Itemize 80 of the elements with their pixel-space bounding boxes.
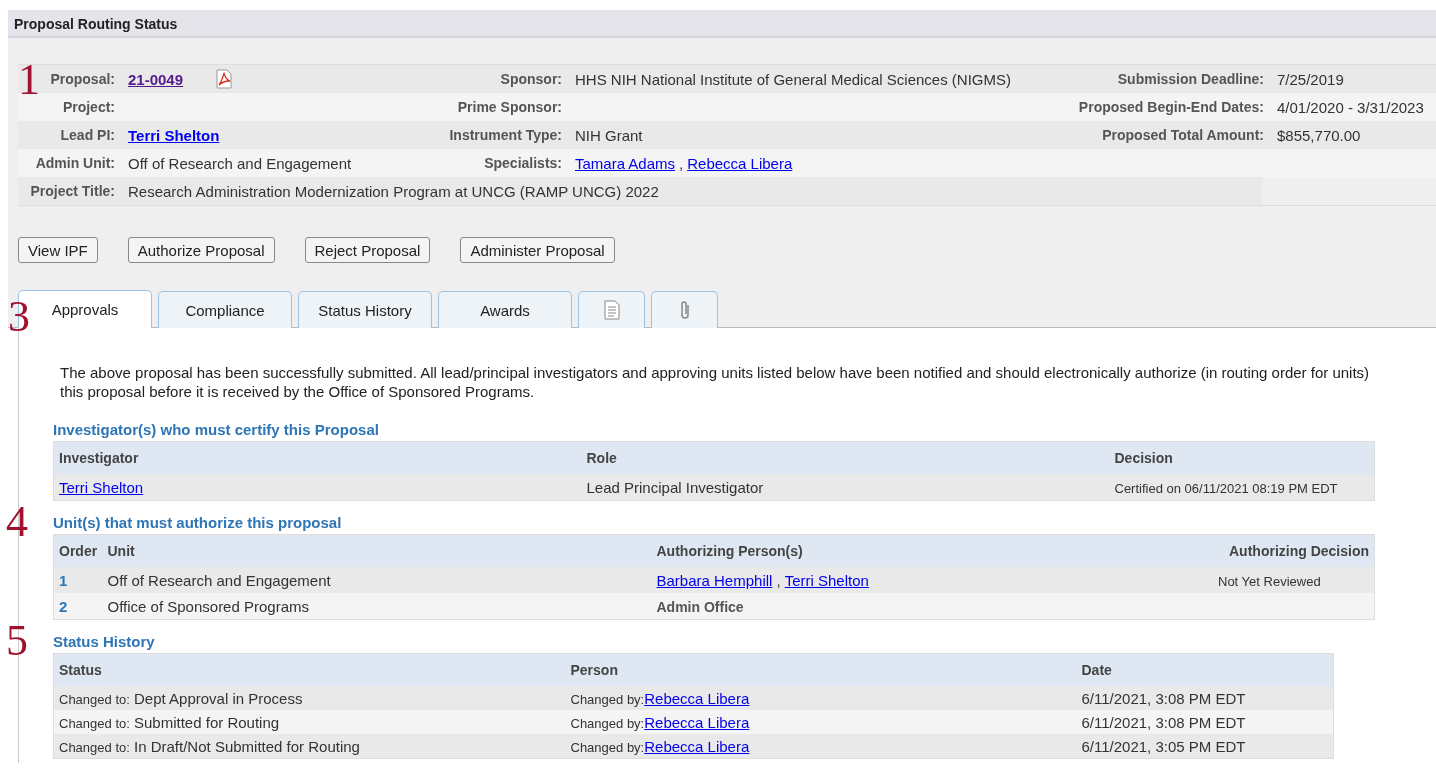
- callout-number: 4: [6, 500, 28, 544]
- intro-text: The above proposal has been successfully submitted. All lead/principal investigators and approving units listed below have been notified and should electronically authorize (in routing order for units) this proposal before it is received by the Office of Sponsored Programs.: [60, 363, 1371, 401]
- field-value: HHS NIH National Institute of General Medical Sciences (NIGMS): [575, 70, 1011, 88]
- field-value: ,: [679, 154, 684, 172]
- callout-number: 1: [18, 58, 40, 102]
- section-heading: Unit(s) that must authorize this proposal: [53, 514, 343, 531]
- field-label: Submission Deadline:: [1117, 71, 1264, 87]
- field-label: Sponsor:: [500, 71, 562, 87]
- table-cell-text: Not Yet Reviewed: [1218, 573, 1322, 589]
- column-header: Investigator: [59, 450, 139, 466]
- field-label: Proposed Begin-End Dates:: [1078, 99, 1264, 115]
- document-icon: [603, 300, 620, 320]
- field-label: Changed to:: [59, 739, 130, 755]
- field-value: $855,770.00: [1277, 126, 1361, 144]
- table-cell: 6/11/2021, 3:05 PM EDT: [1081, 737, 1246, 755]
- field-label: Changed by:: [570, 715, 645, 731]
- action-button[interactable]: Reject Proposal: [304, 237, 431, 263]
- field-label: Changed to:: [59, 715, 130, 731]
- attachment-tab[interactable]: [651, 291, 718, 328]
- column-header: Authorizing Person(s): [656, 543, 803, 559]
- field-value: 7/25/2019: [1277, 70, 1344, 88]
- person-link[interactable]: Rebecca Libera: [687, 154, 793, 172]
- person-link[interactable]: Barbara Hemphill: [656, 571, 773, 589]
- table-cell: 6/11/2021, 3:08 PM EDT: [1081, 689, 1246, 707]
- table-cell: Lead Principal Investigator: [586, 478, 764, 496]
- column-header: Date: [1081, 662, 1112, 678]
- column-header: Order: [59, 543, 98, 559]
- person-link[interactable]: Rebecca Libera: [644, 713, 750, 731]
- person-link[interactable]: Terri Shelton: [59, 478, 144, 496]
- action-button[interactable]: View IPF: [18, 237, 98, 263]
- tab[interactable]: Status History: [298, 291, 432, 328]
- field-label: Project:: [62, 99, 115, 115]
- tab[interactable]: Awards: [438, 291, 572, 328]
- field-label: Instrument Type:: [449, 127, 562, 143]
- column-header: Person: [570, 662, 618, 678]
- field-label: Lead PI:: [60, 127, 115, 143]
- person-link[interactable]: Rebecca Libera: [644, 689, 750, 707]
- field-label: Specialists:: [484, 155, 562, 171]
- person-link[interactable]: Terri Shelton: [128, 126, 220, 144]
- person-link[interactable]: Rebecca Libera: [644, 737, 750, 755]
- field-value: NIH Grant: [575, 126, 643, 144]
- table-cell: Office of Sponsored Programs: [107, 597, 309, 615]
- office-label: Admin Office: [656, 598, 744, 615]
- page-title: Proposal Routing Status: [13, 15, 179, 32]
- table-cell: Certified on 06/11/2021 08:19 PM EDT: [1114, 480, 1338, 496]
- field-label: Prime Sponsor:: [457, 99, 562, 115]
- column-header: Decision: [1114, 450, 1173, 466]
- table-cell: In Draft/Not Submitted for Routing: [134, 737, 360, 755]
- field-label: Changed by:: [570, 691, 645, 707]
- tab[interactable]: Compliance: [158, 291, 292, 328]
- field-label: Admin Unit:: [35, 155, 115, 171]
- column-header: Role: [586, 450, 617, 466]
- section-heading: Status History: [53, 633, 156, 650]
- column-header: Status: [59, 662, 102, 678]
- document-tab[interactable]: [578, 291, 645, 328]
- field-value: 4/01/2020 - 3/31/2023: [1277, 98, 1424, 116]
- callout-number: 5: [6, 619, 28, 663]
- person-link[interactable]: Terri Shelton: [784, 571, 869, 589]
- field-label: Changed to:: [59, 691, 130, 707]
- table-cell: Dept Approval in Process: [134, 689, 303, 707]
- table-cell: Off of Research and Engagement: [107, 571, 331, 589]
- field-label: Proposed Total Amount:: [1102, 127, 1264, 143]
- table-cell: 1: [59, 571, 68, 589]
- table-cell: 2: [59, 597, 68, 615]
- field-value: Research Administration Modernization Program at UNCG (RAMP UNCG) 2022: [128, 182, 659, 200]
- action-button[interactable]: Administer Proposal: [460, 237, 615, 263]
- column-header: Unit: [107, 543, 135, 559]
- table-cell: Submitted for Routing: [134, 713, 280, 731]
- section-heading: Investigator(s) who must certify this Proposal: [53, 421, 380, 438]
- pdf-icon[interactable]: [215, 69, 234, 89]
- field-label: Proposal:: [50, 71, 115, 87]
- proposal-link[interactable]: 21-0049: [128, 70, 184, 88]
- field-value: Off of Research and Engagement: [128, 154, 352, 172]
- person-link[interactable]: Tamara Adams: [575, 154, 676, 172]
- field-value: ,: [776, 571, 781, 589]
- field-label: Changed by:: [570, 739, 645, 755]
- field-label: Project Title:: [30, 183, 115, 199]
- table-cell: 6/11/2021, 3:08 PM EDT: [1081, 713, 1246, 731]
- column-header: Authorizing Decision: [1229, 543, 1369, 559]
- action-button[interactable]: Authorize Proposal: [127, 237, 275, 263]
